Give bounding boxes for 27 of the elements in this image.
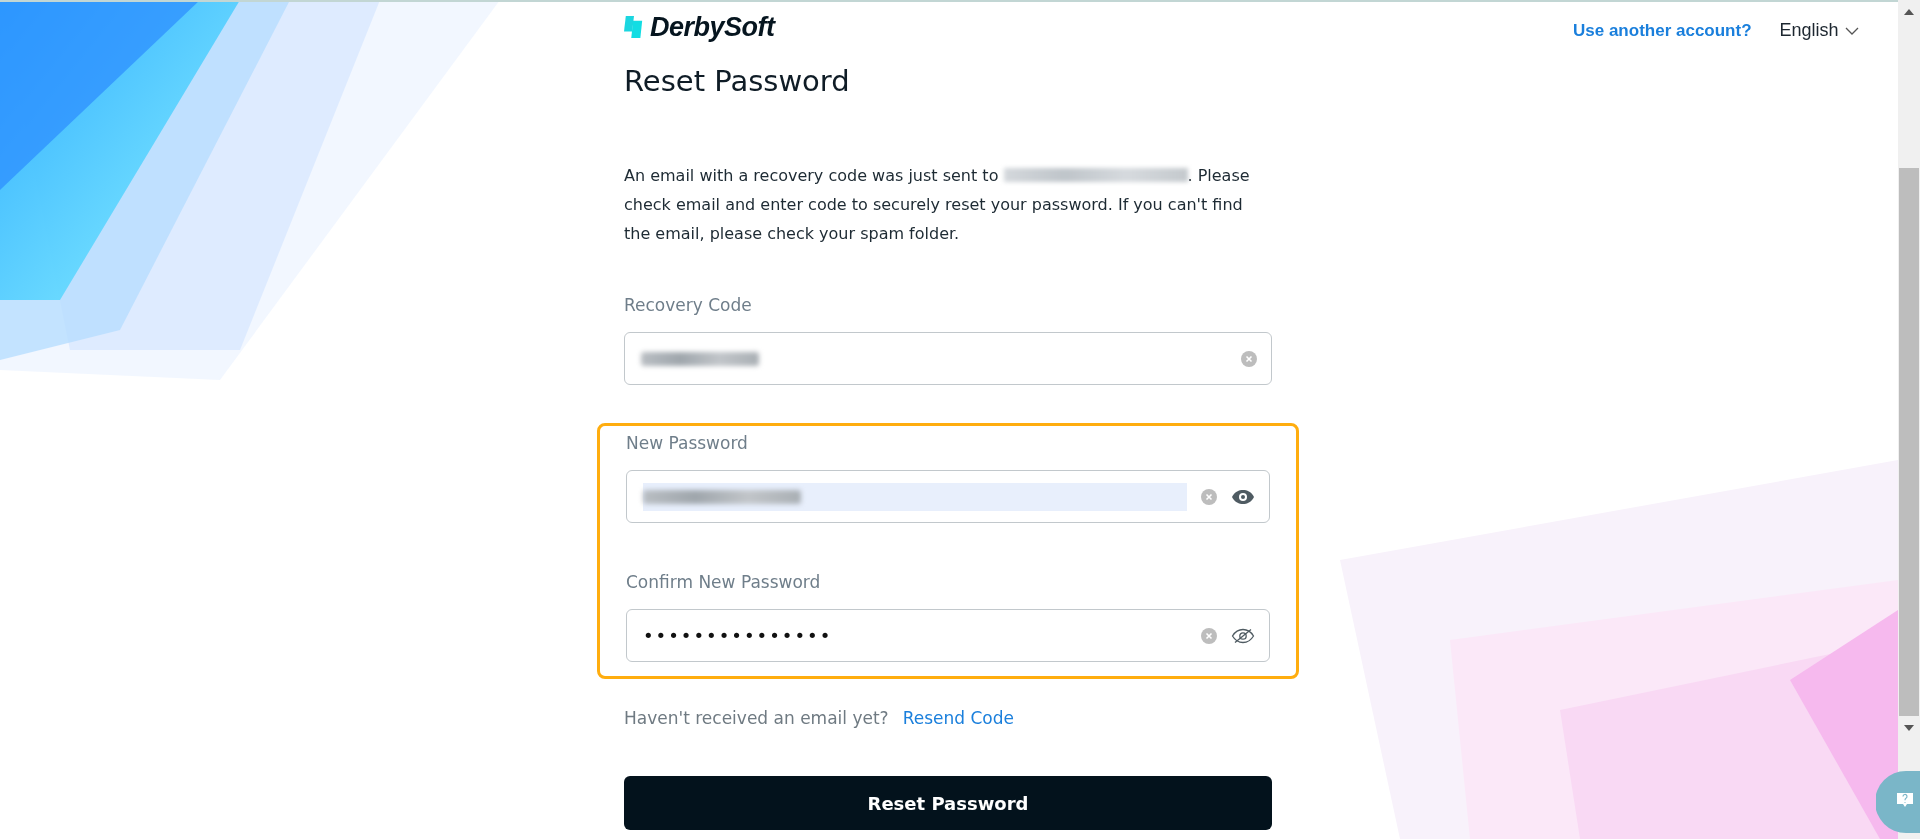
input-field[interactable] xyxy=(624,332,1272,385)
resend-code-link[interactable]: Resend Code xyxy=(902,708,1014,728)
clear-icon[interactable] xyxy=(1201,488,1217,505)
page-title: Reset Password xyxy=(624,64,851,98)
help-chat-icon[interactable] xyxy=(1876,771,1920,833)
chevron-down-icon xyxy=(1844,26,1859,35)
clear-icon[interactable] xyxy=(1201,627,1217,644)
scroll-up-icon[interactable] xyxy=(1904,9,1914,15)
scroll-down-icon[interactable] xyxy=(1904,725,1914,731)
password-field[interactable]: ••••••••••••••• xyxy=(626,609,1270,662)
scroll-thumb[interactable] xyxy=(1899,168,1919,716)
field-label: Confirm New Password xyxy=(626,572,822,592)
language-dropdown[interactable]: English xyxy=(1779,20,1859,41)
logo-icon xyxy=(624,14,644,40)
clear-icon[interactable] xyxy=(1241,350,1257,367)
field-label: New Password xyxy=(626,433,749,453)
password-field[interactable] xyxy=(626,470,1270,523)
resend-prompt: Haven't received an email yet? xyxy=(624,708,889,728)
masked-value: ••••••••••••••• xyxy=(643,625,833,646)
eye-slash-icon[interactable] xyxy=(1231,627,1255,644)
reset-password-button[interactable]: Reset Password xyxy=(624,776,1272,830)
instruction-text: An email with a recovery code was just sent to . Please check email and enter code to securely reset your password. If you can't find the email, please check your spam folder. xyxy=(624,165,1251,245)
brand-name: DerbySoft xyxy=(650,11,775,43)
eye-icon[interactable] xyxy=(1231,488,1255,505)
scrollbar[interactable] xyxy=(1898,0,1920,839)
field-label: Recovery Code xyxy=(624,295,753,315)
use-another-account-link[interactable]: Use another account? xyxy=(1573,20,1752,41)
